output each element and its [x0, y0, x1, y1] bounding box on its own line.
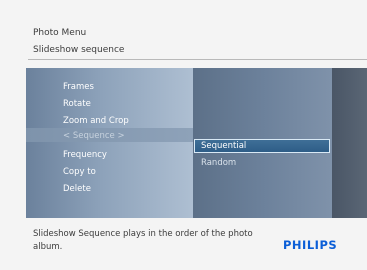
preview-pane [332, 68, 367, 218]
philips-logo: PHILIPS [283, 238, 338, 252]
menu-item-frames[interactable]: Frames [63, 82, 94, 92]
menu-item-frequency[interactable]: Frequency [63, 150, 107, 160]
help-text: Slideshow Sequence plays in the order of… [33, 229, 253, 252]
menu-item-copy-to[interactable]: Copy to [63, 167, 96, 177]
main-menu-pane: Frames Rotate Zoom and Crop < Sequence >… [26, 68, 193, 218]
submenu-item-random[interactable]: Random [201, 158, 236, 168]
menu-item-delete[interactable]: Delete [63, 184, 91, 194]
menu-subtitle: Slideshow sequence [33, 45, 125, 55]
menu-item-zoom-and-crop[interactable]: Zoom and Crop [63, 116, 129, 126]
header-divider [28, 59, 367, 60]
menu-panel: Frames Rotate Zoom and Crop < Sequence >… [26, 68, 367, 218]
menu-item-sequence[interactable]: < Sequence > [63, 131, 125, 141]
menu-item-rotate[interactable]: Rotate [63, 99, 91, 109]
submenu-item-sequential[interactable]: Sequential [201, 141, 246, 151]
menu-title: Photo Menu [33, 28, 87, 38]
screen-frame: Photo Menu Slideshow sequence Frames Rot… [0, 0, 367, 270]
